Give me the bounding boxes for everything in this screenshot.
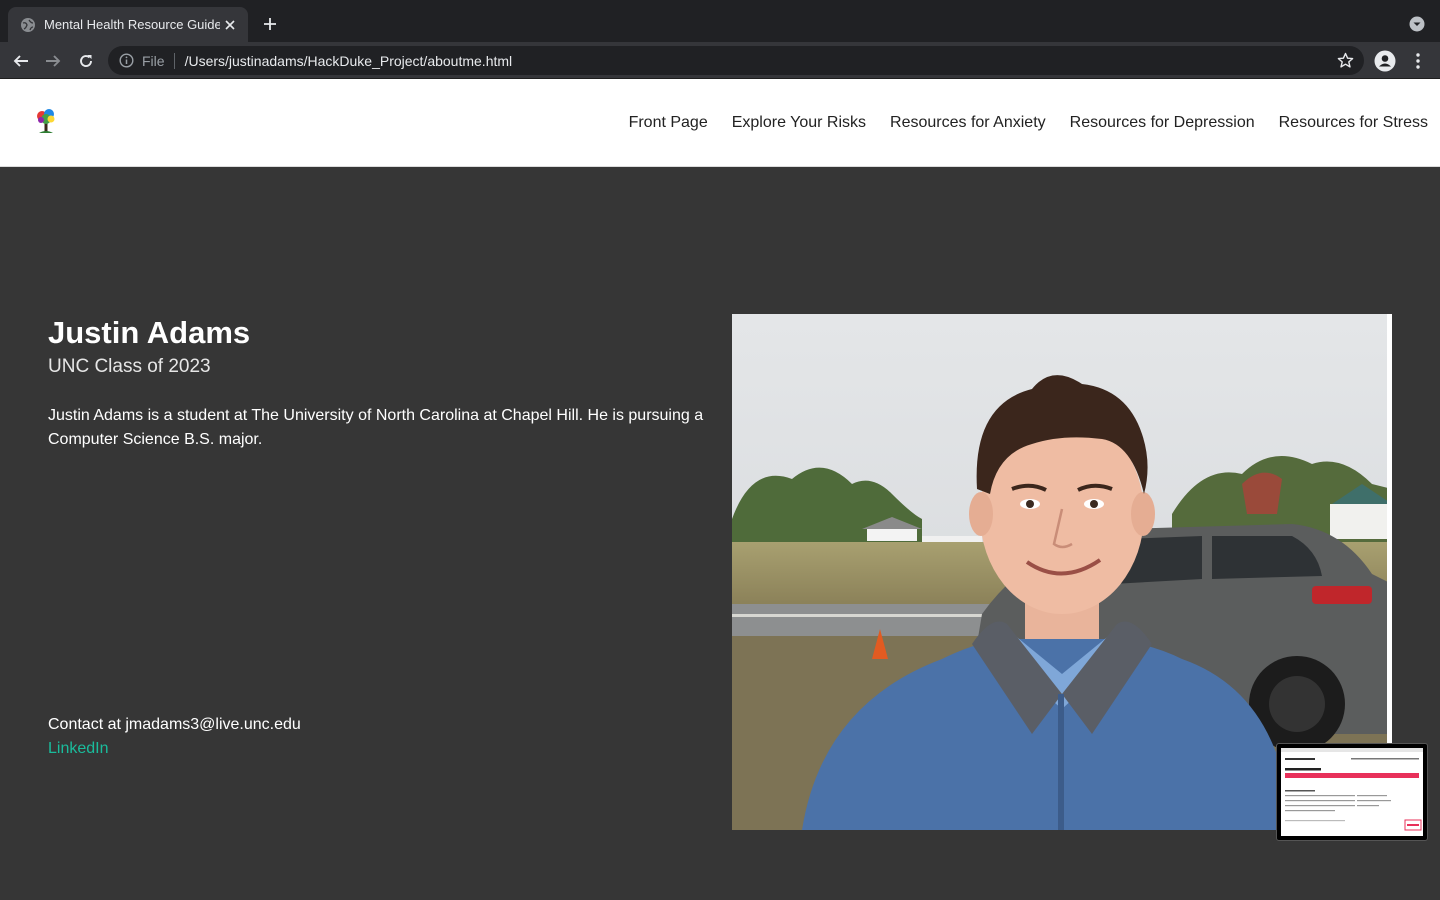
nav-resources-depression[interactable]: Resources for Depression [1070, 114, 1255, 132]
tree-logo-icon[interactable] [33, 107, 59, 135]
address-bar[interactable]: File /Users/justinadams/HackDuke_Project… [108, 46, 1364, 75]
star-icon[interactable] [1337, 52, 1354, 69]
browser-tab[interactable]: Mental Health Resource Guide [8, 7, 248, 42]
contact-text: Contact at jmadams3@live.unc.edu [48, 716, 301, 733]
address-separator [173, 52, 175, 69]
tab-title: Mental Health Resource Guide [44, 17, 220, 32]
nav-resources-anxiety[interactable]: Resources for Anxiety [890, 114, 1046, 132]
nav-front-page[interactable]: Front Page [629, 114, 708, 132]
close-icon[interactable] [220, 15, 240, 35]
nav-resources-stress[interactable]: Resources for Stress [1279, 114, 1428, 132]
browser-toolbar: File /Users/justinadams/HackDuke_Project… [0, 42, 1440, 79]
address-url[interactable]: /Users/justinadams/HackDuke_Project/abou… [185, 53, 513, 69]
about-me-section: Justin Adams UNC Class of 2023 Justin Ad… [0, 167, 1440, 900]
back-arrow-icon[interactable] [8, 48, 34, 74]
site-header: Front Page Explore Your Risks Resources … [0, 79, 1440, 167]
site-nav: Front Page Explore Your Risks Resources … [605, 79, 1428, 166]
forward-arrow-icon[interactable] [40, 48, 66, 74]
info-icon[interactable] [118, 53, 134, 69]
address-scheme: File [142, 52, 165, 69]
reload-icon[interactable] [73, 48, 99, 74]
nav-explore-your-risks[interactable]: Explore Your Risks [732, 114, 866, 132]
kebab-menu-icon[interactable] [1408, 50, 1428, 72]
profile-class-year: UNC Class of 2023 [48, 356, 211, 377]
profile-icon[interactable] [1374, 50, 1396, 72]
thumbnail-screen [1281, 748, 1423, 836]
linkedin-link[interactable]: LinkedIn [48, 740, 109, 758]
plus-icon[interactable] [258, 12, 282, 36]
profile-bio: Justin Adams is a student at The Univers… [48, 407, 704, 448]
globe-icon [20, 17, 36, 33]
screenshot-thumbnail[interactable] [1276, 743, 1428, 841]
chevron-down-icon[interactable] [1406, 13, 1428, 35]
profile-name: Justin Adams [48, 315, 251, 350]
browser-tab-strip: Mental Health Resource Guide [0, 0, 1440, 42]
